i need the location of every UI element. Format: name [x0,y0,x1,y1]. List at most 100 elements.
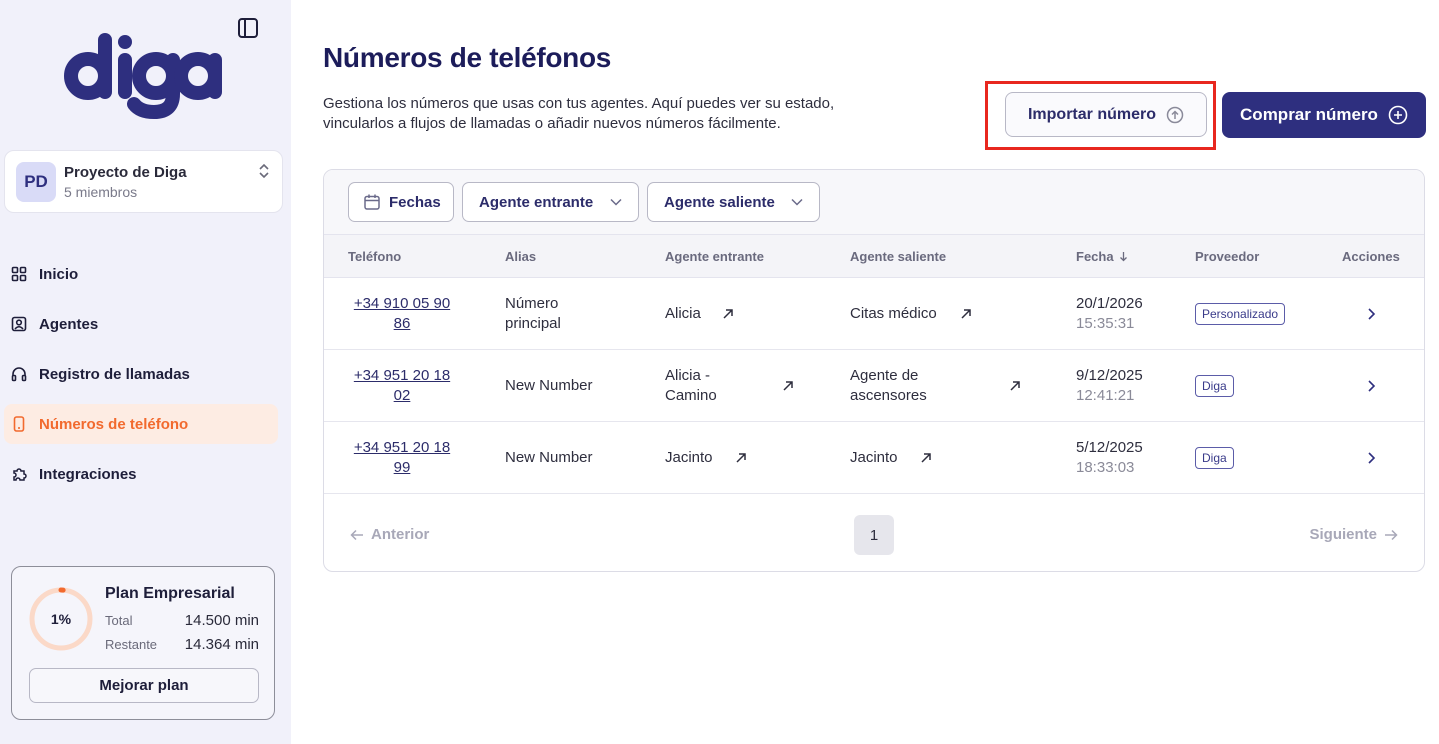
time-value: 15:35:31 [1076,315,1135,332]
alias-cell: New Number [505,377,593,394]
incoming-agent-cell: Jacinto [665,449,713,466]
chevron-right-icon[interactable] [1366,379,1376,393]
user-square-icon [11,316,27,332]
plan-title: Plan Empresarial [105,585,235,602]
date-cell: 9/12/2025 12:41:21 [1076,366,1143,406]
external-arrow-icon[interactable] [735,452,747,464]
arrow-right-icon [1385,529,1398,540]
chevron-down-icon [610,198,622,206]
table-row[interactable]: +34 910 05 90 86 Número principal Alicia… [324,278,1424,350]
incoming-filter-label: Agente entrante [479,193,594,211]
outgoing-line-1: Agente de [850,367,919,384]
sidebar-item-label: Inicio [39,265,79,283]
project-selector[interactable]: PD Proyecto de Diga 5 miembros [4,150,283,213]
arrow-left-icon [350,529,363,540]
provider-badge: Personalizado [1195,303,1286,325]
provider-badge: Diga [1195,447,1234,469]
import-number-button[interactable]: Importar número [1005,92,1207,137]
date-value: 20/1/2026 [1076,295,1143,312]
outgoing-agent-cell: Jacinto [850,449,898,466]
incoming-line-1: Alicia - [665,367,711,384]
date-value: 5/12/2025 [1076,439,1143,456]
pagination-next[interactable]: Siguiente [1309,526,1398,543]
phone-line-1: +34 951 20 18 [353,439,451,456]
external-arrow-icon[interactable] [960,308,972,320]
plan-total-value: 14.500 min [184,612,259,629]
column-header-provider[interactable]: Proveedor [1195,249,1259,264]
numbers-table-card: Fechas Agente entrante Agente saliente T… [323,169,1425,572]
incoming-agent-cell: Alicia [665,305,701,322]
table-row[interactable]: +34 951 20 18 02 New Number Alicia - Cam… [324,350,1424,422]
chevron-right-icon[interactable] [1366,451,1376,465]
phone-line-2: 02 [393,387,411,404]
incoming-agent-cell: Alicia - Camino [665,366,717,406]
outgoing-agent-cell: Citas médico [850,305,937,322]
outgoing-agent-filter[interactable]: Agente saliente [647,182,820,222]
chevron-down-icon [791,198,803,206]
plus-circle-icon [1388,105,1408,125]
external-arrow-icon[interactable] [782,380,794,392]
sidebar-item-integraciones[interactable]: Integraciones [4,454,278,494]
column-header-phone[interactable]: Teléfono [348,249,401,264]
phone-number-link[interactable]: +34 951 20 18 99 [347,438,457,478]
column-header-alias[interactable]: Alias [505,249,536,264]
pagination-next-label: Siguiente [1309,526,1377,543]
upgrade-plan-button[interactable]: Mejorar plan [29,668,259,703]
page-title: Números de teléfonos [323,42,612,73]
incoming-agent-filter[interactable]: Agente entrante [462,182,639,222]
external-arrow-icon[interactable] [1009,380,1021,392]
phone-number-link[interactable]: +34 910 05 90 86 [347,294,457,334]
plan-percent: 1% [50,611,72,627]
plan-total-row: Total 14.500 min [105,612,259,629]
sidebar-item-numeros[interactable]: Números de teléfono [4,404,278,444]
sidebar-nav: Inicio Agentes Registro de llamadas Núme… [4,254,278,504]
pagination-previous-label: Anterior [371,526,430,543]
phone-line-1: +34 910 05 90 [353,295,451,312]
column-header-date[interactable]: Fecha [1076,249,1128,264]
phone-line-2: 99 [393,459,411,476]
sidebar-item-registro[interactable]: Registro de llamadas [4,354,278,394]
outgoing-line-2: ascensores [850,387,927,404]
buy-number-label: Comprar número [1240,105,1378,124]
plan-remaining-value: 14.364 min [184,636,259,653]
outgoing-agent-cell: Agente de ascensores [850,366,927,406]
project-name: Proyecto de Diga [64,164,187,181]
sort-down-icon [1119,252,1127,262]
time-value: 18:33:03 [1076,459,1135,476]
calendar-icon [364,194,380,210]
dates-filter-label: Fechas [389,193,441,211]
puzzle-icon [13,468,27,481]
sidebar-item-label: Agentes [39,315,99,333]
date-cell: 20/1/2026 15:35:31 [1076,294,1143,334]
provider-badge: Diga [1195,375,1234,397]
upload-circle-icon [1166,106,1184,123]
buy-number-button[interactable]: Comprar número [1222,92,1426,138]
sidebar-toggle-icon[interactable] [237,17,259,39]
grid-icon [11,266,27,282]
pagination-page-current[interactable]: 1 [854,515,894,555]
phone-device-icon [13,416,25,432]
time-value: 12:41:21 [1076,387,1135,404]
column-header-outgoing[interactable]: Agente saliente [850,249,946,264]
project-avatar: PD [16,162,56,202]
phone-line-2: 86 [393,315,411,332]
date-cell: 5/12/2025 18:33:03 [1076,438,1143,478]
sidebar-item-inicio[interactable]: Inicio [4,254,278,294]
sidebar-item-agentes[interactable]: Agentes [4,304,278,344]
external-arrow-icon[interactable] [920,452,932,464]
alias-line-1: Número [505,295,559,312]
column-header-actions: Acciones [1342,249,1400,264]
filter-bar: Fechas Agente entrante Agente saliente [324,170,1424,234]
plan-remaining-row: Restante 14.364 min [105,636,259,653]
column-header-incoming[interactable]: Agente entrante [665,249,764,264]
phone-number-link[interactable]: +34 951 20 18 02 [347,366,457,406]
date-value: 9/12/2025 [1076,367,1143,384]
dates-filter-button[interactable]: Fechas [348,182,454,222]
external-arrow-icon[interactable] [722,308,734,320]
sidebar-item-label: Integraciones [39,465,137,483]
alias-line-2: principal [505,315,561,332]
table-row[interactable]: +34 951 20 18 99 New Number Jacinto Jaci… [324,422,1424,494]
chevron-right-icon[interactable] [1366,307,1376,321]
table-header: Teléfono Alias Agente entrante Agente sa… [324,234,1424,278]
pagination-previous[interactable]: Anterior [350,526,429,543]
